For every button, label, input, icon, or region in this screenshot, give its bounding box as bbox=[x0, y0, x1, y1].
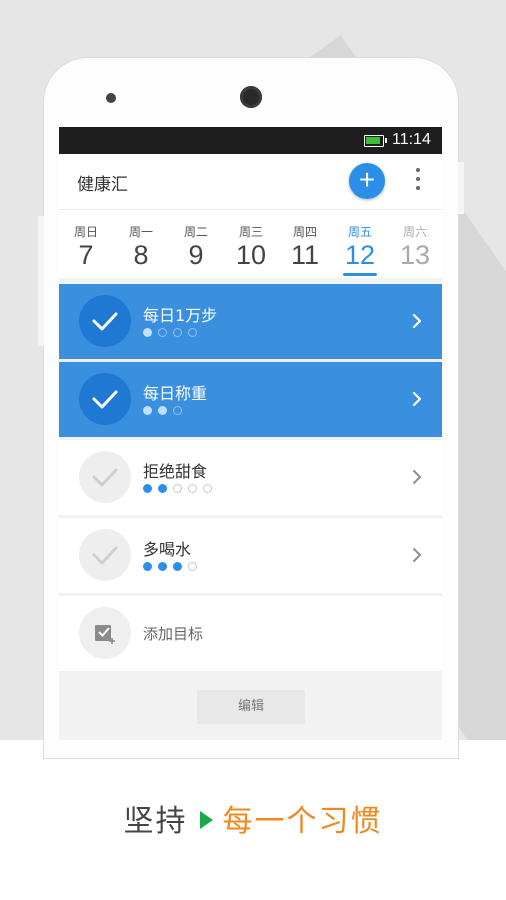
day-name: 周六 bbox=[402, 225, 427, 239]
progress-dot bbox=[143, 484, 152, 493]
day-date: 13 bbox=[399, 240, 431, 270]
progress-dot bbox=[158, 328, 167, 337]
tagline: 坚持 每一个习惯 bbox=[0, 796, 506, 840]
app-bar: 健康汇 + bbox=[59, 154, 442, 209]
day-date: 8 bbox=[133, 240, 149, 270]
progress-dot bbox=[158, 484, 167, 493]
progress-dots bbox=[143, 484, 218, 494]
day-name: 周二 bbox=[183, 225, 208, 239]
habit-row[interactable]: 每日1万步 bbox=[59, 284, 442, 359]
day-5[interactable]: 周五 12 bbox=[333, 210, 387, 276]
day-name: 周日 bbox=[73, 225, 98, 239]
day-date: 7 bbox=[78, 240, 94, 270]
progress-dot bbox=[188, 328, 197, 337]
check-icon[interactable] bbox=[79, 295, 131, 347]
status-bar: 11:14 bbox=[59, 127, 442, 154]
add-button[interactable]: + bbox=[349, 163, 385, 199]
progress-dot bbox=[188, 562, 197, 571]
progress-dots bbox=[143, 406, 188, 416]
play-icon bbox=[199, 810, 213, 829]
habit-row[interactable]: 多喝水 bbox=[59, 518, 442, 593]
progress-dot bbox=[158, 562, 167, 571]
add-goal-icon bbox=[79, 607, 131, 659]
chevron-right-icon bbox=[412, 391, 422, 407]
habit-title: 每日称重 bbox=[143, 384, 208, 403]
progress-dot bbox=[158, 406, 167, 415]
habit-title: 拒绝甜食 bbox=[143, 462, 208, 481]
tagline-part1: 坚持 bbox=[123, 804, 188, 839]
day-name: 周三 bbox=[238, 225, 263, 239]
add-goal-label: 添加目标 bbox=[143, 625, 204, 643]
phone-sensor bbox=[106, 93, 116, 103]
habit-title: 每日1万步 bbox=[143, 306, 218, 325]
check-icon[interactable] bbox=[79, 373, 131, 425]
chevron-right-icon bbox=[412, 547, 422, 563]
progress-dots bbox=[143, 328, 203, 338]
chevron-right-icon bbox=[412, 313, 422, 329]
check-icon[interactable] bbox=[79, 451, 131, 503]
progress-dot bbox=[173, 406, 182, 415]
day-3[interactable]: 周三 10 bbox=[224, 210, 278, 270]
day-name: 周五 bbox=[347, 225, 372, 239]
day-name: 周四 bbox=[292, 225, 317, 239]
day-date: 9 bbox=[188, 240, 204, 270]
progress-dot bbox=[173, 562, 182, 571]
day-date: 10 bbox=[235, 240, 267, 270]
phone-side-button bbox=[38, 216, 44, 346]
day-date: 12 bbox=[344, 240, 376, 270]
progress-dot bbox=[203, 484, 212, 493]
day-1[interactable]: 周一 8 bbox=[114, 210, 168, 270]
week-strip: 周日 7 周一 8 周二 9 周三 10 周四 11 周五 12 周六 13 bbox=[59, 209, 442, 278]
app-screen: 11:14 健康汇 + 周日 7 周一 8 周二 9 周三 10 周四 11 周五 12 周六 13 每日… bbox=[59, 127, 442, 740]
app-title: 健康汇 bbox=[77, 175, 128, 195]
day-0[interactable]: 周日 7 bbox=[59, 210, 113, 270]
chevron-right-icon bbox=[412, 469, 422, 485]
plus-icon: + bbox=[358, 164, 376, 195]
add-goal-row[interactable]: 添加目标 bbox=[59, 596, 442, 671]
edit-button[interactable]: 编辑 bbox=[197, 690, 305, 724]
status-time: 11:14 bbox=[392, 131, 431, 148]
progress-dot bbox=[143, 328, 152, 337]
progress-dots bbox=[143, 562, 203, 572]
progress-dot bbox=[173, 328, 182, 337]
day-2[interactable]: 周二 9 bbox=[169, 210, 223, 270]
battery-icon bbox=[364, 135, 387, 147]
phone-power-button bbox=[458, 162, 464, 214]
tagline-part2: 每一个习惯 bbox=[222, 804, 383, 839]
progress-dot bbox=[143, 406, 152, 415]
progress-dot bbox=[143, 562, 152, 571]
habit-row[interactable]: 每日称重 bbox=[59, 362, 442, 437]
habit-title: 多喝水 bbox=[143, 540, 192, 559]
selected-day-indicator bbox=[343, 273, 377, 276]
day-6[interactable]: 周六 13 bbox=[388, 210, 442, 270]
day-date: 11 bbox=[290, 240, 320, 270]
progress-dot bbox=[173, 484, 182, 493]
more-vert-icon[interactable] bbox=[411, 168, 425, 194]
progress-dot bbox=[188, 484, 197, 493]
habit-row[interactable]: 拒绝甜食 bbox=[59, 440, 442, 515]
day-4[interactable]: 周四 11 bbox=[278, 210, 332, 270]
day-name: 周一 bbox=[128, 225, 153, 239]
check-icon[interactable] bbox=[79, 529, 131, 581]
habit-list: 每日1万步每日称重拒绝甜食多喝水 添加目标 bbox=[59, 284, 442, 671]
phone-camera bbox=[240, 86, 262, 108]
